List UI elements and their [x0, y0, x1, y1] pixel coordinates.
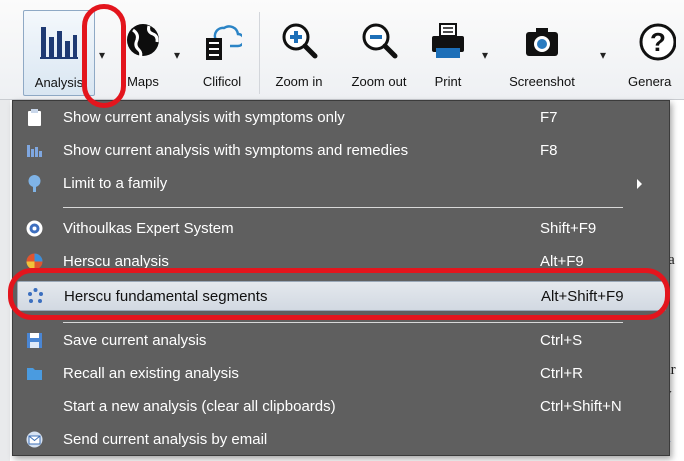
menu-item-label: Show current analysis with symptoms only [63, 109, 345, 126]
menu-item-shortcut: Ctrl+R [540, 365, 583, 382]
menu-item-show-symptoms-and-remedies[interactable]: Show current analysis with symptoms and … [13, 136, 669, 166]
submenu-arrow-icon [637, 179, 642, 189]
expert-system-icon [26, 220, 43, 237]
general-label: Genera [628, 74, 672, 89]
left-panel-edge [0, 100, 10, 461]
menu-item-shortcut: Ctrl+S [540, 332, 583, 349]
toolbar-separator [259, 12, 260, 94]
print-button[interactable]: Print [422, 10, 474, 96]
svg-text:?: ? [650, 27, 666, 57]
zoom-out-label: Zoom out [351, 74, 407, 89]
menu-separator [63, 322, 623, 323]
menu-item-label: Show current analysis with symptoms and … [63, 142, 409, 159]
menu-item-shortcut: F8 [540, 142, 558, 159]
folder-icon [27, 368, 42, 380]
tree-icon [28, 175, 41, 192]
zoom-in-label: Zoom in [275, 74, 323, 89]
menu-item-save-current-analysis[interactable]: Save current analysis Ctrl+S [13, 326, 669, 356]
zoom-in-icon [282, 23, 318, 59]
screenshot-dropdown-arrow[interactable]: ▾ [600, 48, 606, 62]
printer-icon [432, 23, 464, 58]
menu-item-label: Recall an existing analysis [63, 365, 239, 382]
menu-item-label: Start a new analysis (clear all clipboar… [63, 398, 336, 415]
menu-item-recall-analysis[interactable]: Recall an existing analysis Ctrl+R [13, 359, 669, 389]
menu-item-label: Save current analysis [63, 332, 207, 349]
general-button[interactable]: ? Genera [622, 10, 684, 96]
globe-icon [127, 24, 159, 59]
menu-item-shortcut: F7 [540, 109, 558, 126]
maps-dropdown-arrow[interactable]: ▾ [174, 48, 180, 62]
menu-item-vithoulkas-expert-system[interactable]: Vithoulkas Expert System Shift+F9 [13, 214, 669, 244]
print-dropdown-arrow[interactable]: ▾ [482, 48, 488, 62]
help-icon: ? [639, 23, 676, 61]
menu-item-label: Send current analysis by email [63, 431, 268, 448]
screenshot-label: Screenshot [509, 74, 575, 89]
menu-item-label: Limit to a family [63, 175, 168, 192]
print-label: Print [434, 74, 462, 89]
zoom-in-button[interactable]: Zoom in [264, 10, 334, 96]
annotation-ring-menu-item [8, 268, 670, 320]
annotation-ring-dropdown [82, 4, 126, 108]
clificol-button[interactable]: Clificol [192, 10, 252, 96]
save-icon [27, 333, 42, 348]
zoom-out-button[interactable]: Zoom out [340, 10, 418, 96]
cloud-server-icon [206, 25, 242, 60]
zoom-out-icon [362, 23, 398, 59]
menu-item-shortcut: Ctrl+Shift+N [540, 398, 622, 415]
menu-item-start-new-analysis[interactable]: Start a new analysis (clear all clipboar… [13, 392, 669, 422]
menu-separator [63, 207, 623, 208]
analysis-icon [40, 27, 78, 59]
menu-item-show-symptoms-only[interactable]: Show current analysis with symptoms only… [13, 103, 669, 133]
menu-item-label: Vithoulkas Expert System [63, 220, 234, 237]
email-icon [26, 431, 43, 448]
clificol-label: Clificol [202, 74, 242, 89]
camera-icon [526, 28, 558, 56]
menu-item-limit-to-family[interactable]: Limit to a family [13, 169, 669, 199]
clipboard-icon [28, 109, 41, 126]
screenshot-button[interactable]: Screenshot [500, 10, 584, 96]
menu-item-send-by-email[interactable]: Send current analysis by email [13, 425, 669, 455]
analysis-icon [27, 145, 42, 157]
menu-item-shortcut: Shift+F9 [540, 220, 597, 237]
